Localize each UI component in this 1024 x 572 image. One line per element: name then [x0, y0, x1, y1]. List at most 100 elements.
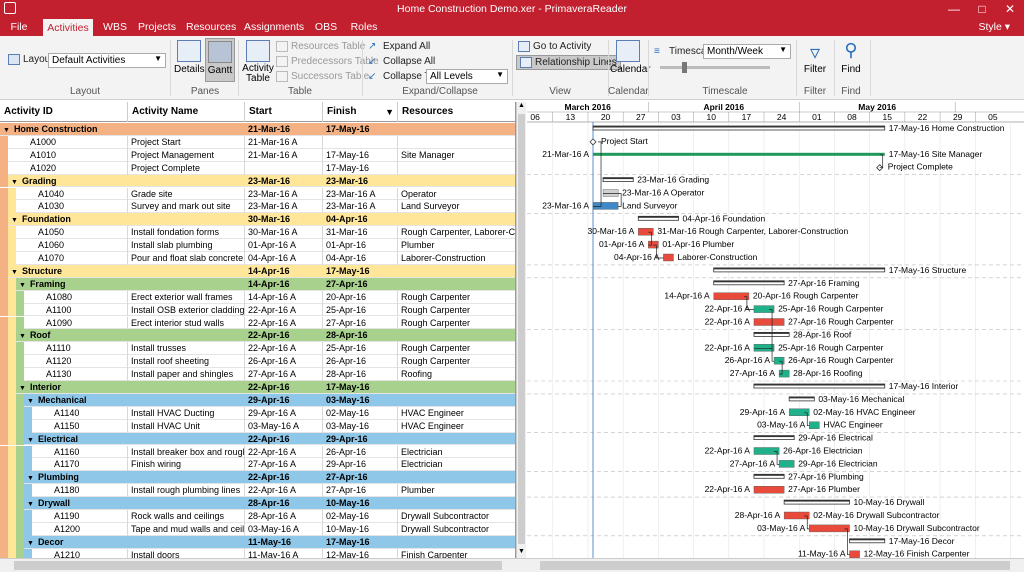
- wbs-row[interactable]: ▼ Electrical 22-Apr-16 29-Apr-16: [0, 432, 515, 446]
- table-row[interactable]: A1090 Erect interior stud walls 22-Apr-16 …: [0, 316, 515, 330]
- gantt-hscroll-thumb[interactable]: [540, 561, 1010, 570]
- close-button[interactable]: ✕: [996, 0, 1024, 18]
- table-hscroll-thumb[interactable]: [14, 561, 502, 570]
- resources-table-button[interactable]: Resources Table: [276, 41, 365, 52]
- tab-wbs[interactable]: WBS: [98, 18, 132, 36]
- table-row[interactable]: A1150 Install HVAC Unit 03-May-16 A 03-May-…: [0, 419, 515, 433]
- wbs-row[interactable]: ▼ Plumbing 22-Apr-16 27-Apr-16: [0, 471, 515, 485]
- activity-bar: [663, 253, 674, 262]
- collapse-toggle-icon[interactable]: ▼: [11, 269, 18, 276]
- table-row[interactable]: A1080 Erect exterior wall frames 14-Apr-16…: [0, 290, 515, 304]
- successors-table-button[interactable]: Successors Table: [276, 71, 369, 82]
- collapse-level-select[interactable]: All Levels ▼: [426, 69, 508, 84]
- predecessors-table-button[interactable]: Predecessors Table: [276, 56, 379, 67]
- collapse-toggle-icon[interactable]: ▼: [27, 437, 34, 444]
- gantt-button[interactable]: Gantt: [205, 38, 235, 82]
- start-cell: 23-Mar-16 A: [245, 187, 323, 201]
- table-row[interactable]: A1190 Rock walls and ceilings 28-Apr-16 A0…: [0, 510, 515, 523]
- tab-assignments[interactable]: Assignments: [244, 18, 304, 36]
- wbs-row[interactable]: ▼ Roof 22-Apr-16 28-Apr-16: [0, 329, 515, 343]
- table-row[interactable]: A1180 Install rough plumbing lines 22-Apr-…: [0, 484, 515, 498]
- tab-projects[interactable]: Projects: [136, 18, 178, 36]
- table-row[interactable]: A1010 Project Management 21-Mar-16 A 17-May…: [0, 148, 515, 162]
- table-row[interactable]: A1060 Install slab plumbing 01-Apr-16 A 01-…: [0, 239, 515, 252]
- table-row[interactable]: A1130 Install paper and shingles 27-Apr-16…: [0, 368, 515, 381]
- table-scrollbar[interactable]: ▲ ▼: [516, 102, 526, 558]
- table-row[interactable]: A1210 Install doors 11-May-16 A 12-May-16 Fi…: [0, 548, 515, 558]
- find-button[interactable]: ⚲ Find: [836, 40, 866, 75]
- wbs-indent-strip: [24, 419, 32, 433]
- collapse-toggle-icon[interactable]: ▼: [27, 501, 34, 508]
- scroll-up-icon[interactable]: ▲: [517, 102, 526, 112]
- table-row[interactable]: A1170 Finish wiring 27-Apr-16 A 29-Apr-16 El…: [0, 458, 515, 472]
- wbs-indent-strip: [0, 148, 8, 162]
- table-row[interactable]: A1030 Survey and mark out site 23-Mar-16 A…: [0, 200, 515, 214]
- activity-bar: [778, 369, 790, 378]
- tab-activities[interactable]: Activities: [42, 18, 94, 37]
- collapse-toggle-icon[interactable]: ▼: [27, 540, 34, 547]
- wbs-row[interactable]: ▼ Grading 23-Mar-16 23-Mar-16: [0, 174, 515, 188]
- activity-table-button[interactable]: Activity Table: [242, 40, 274, 84]
- maximize-button[interactable]: □: [968, 0, 996, 18]
- wbs-row[interactable]: ▼ Home Construction 21-Mar-16 17-May-16: [0, 123, 515, 136]
- collapse-toggle-icon[interactable]: ▼: [11, 179, 18, 186]
- wbs-row[interactable]: ▼ Drywall 28-Apr-16 10-May-16: [0, 497, 515, 510]
- table-row[interactable]: A1050 Install fondation forms 30-Mar-16 A3…: [0, 226, 515, 240]
- collapse-toggle-icon[interactable]: ▼: [19, 385, 26, 392]
- table-row[interactable]: A1200Tape and mud walls and ceilings03-M…: [0, 522, 515, 536]
- column-header-start[interactable]: Start: [245, 102, 323, 122]
- table-row[interactable]: A1000 Project Start 21-Mar-16 A: [0, 135, 515, 149]
- wbs-row[interactable]: ▼ Decor 11-May-16 17-May-16: [0, 535, 515, 549]
- horizontal-scrollbar[interactable]: [0, 558, 1024, 572]
- go-to-activity-button[interactable]: Go to Activity: [518, 41, 591, 52]
- column-header-finish[interactable]: Finish ▼: [323, 102, 398, 122]
- collapse-all-button[interactable]: ↙ Collapse All: [368, 56, 435, 67]
- minimize-button[interactable]: —: [940, 0, 968, 18]
- details-button[interactable]: Details: [174, 40, 205, 75]
- table-row[interactable]: A1100 Install OSB exterior cladding 22-Apr…: [0, 303, 515, 317]
- scrollbar-thumb[interactable]: [518, 114, 525, 544]
- expand-all-button[interactable]: ↗ Expand All: [368, 41, 430, 52]
- tab-resources[interactable]: Resources: [186, 18, 236, 36]
- calendar-button[interactable]: Calendar: [610, 40, 651, 75]
- filter-button[interactable]: ▿ Filter: [800, 40, 830, 75]
- table-row[interactable]: A1110 Install trusses 22-Apr-16 A 25-Apr-16…: [0, 342, 515, 356]
- table-row[interactable]: A1160Install breaker box and rough wirin…: [0, 445, 515, 459]
- wbs-row[interactable]: ▼ Mechanical 29-Apr-16 03-May-16: [0, 393, 515, 407]
- timescale-slider-thumb[interactable]: [682, 62, 687, 73]
- wbs-row[interactable]: ▼ Framing 14-Apr-16 27-Apr-16: [0, 277, 515, 291]
- wbs-row[interactable]: ▼ Structure 14-Apr-16 17-May-16: [0, 264, 515, 278]
- activity-id-cell: A1010: [8, 148, 128, 162]
- column-header-activity-name[interactable]: Activity Name: [128, 102, 245, 122]
- column-header-activity-id[interactable]: Activity ID: [0, 102, 128, 122]
- activity-id-cell: A1120: [24, 355, 128, 369]
- relationship-lines-toggle[interactable]: Relationship Lines: [516, 55, 621, 71]
- collapse-toggle-icon[interactable]: ▼: [19, 282, 26, 289]
- activity-id-cell: A1150: [32, 419, 128, 433]
- table-row[interactable]: A1120 Install roof sheeting 26-Apr-16 A 26-…: [0, 355, 515, 369]
- layout-select[interactable]: Default Activities ▼: [48, 53, 166, 68]
- collapse-toggle-icon[interactable]: ▼: [19, 333, 26, 340]
- style-menu[interactable]: Style ▾: [978, 21, 1010, 33]
- table-row[interactable]: A1020 Project Complete 17-May-16: [0, 161, 515, 175]
- column-header-resources[interactable]: Resources: [398, 102, 515, 122]
- collapse-toggle-icon[interactable]: ▼: [27, 398, 34, 405]
- start-cell: 14-Apr-16: [248, 278, 290, 289]
- timescale-select[interactable]: Month/Week ▼: [703, 44, 791, 59]
- activity-name-cell: Install paper and shingles: [128, 368, 245, 381]
- collapse-toggle-icon[interactable]: ▼: [27, 475, 34, 482]
- collapse-toggle-icon[interactable]: ▼: [11, 217, 18, 224]
- scroll-down-icon[interactable]: ▼: [517, 548, 526, 558]
- wbs-row[interactable]: ▼ Foundation 30-Mar-16 04-Apr-16: [0, 213, 515, 227]
- table-row[interactable]: A1040 Grade site 23-Mar-16 A 23-Mar-16 A Ope…: [0, 187, 515, 201]
- relationship-lines-label: Relationship Lines: [535, 57, 617, 69]
- collapse-toggle-icon[interactable]: ▼: [3, 127, 10, 134]
- tab-roles[interactable]: Roles: [346, 18, 382, 36]
- table-row[interactable]: A1070 Pour and float slab concrete 04-Apr-…: [0, 252, 515, 265]
- finish-cell: 29-Apr-16: [323, 458, 398, 472]
- table-row[interactable]: A1140 Install HVAC Ducting 29-Apr-16 A 02-M…: [0, 406, 515, 420]
- tab-file[interactable]: File: [4, 18, 34, 36]
- timescale-slider[interactable]: [660, 66, 770, 69]
- tab-obs[interactable]: OBS: [310, 18, 342, 36]
- wbs-row[interactable]: ▼ Interior 22-Apr-16 17-May-16: [0, 381, 515, 394]
